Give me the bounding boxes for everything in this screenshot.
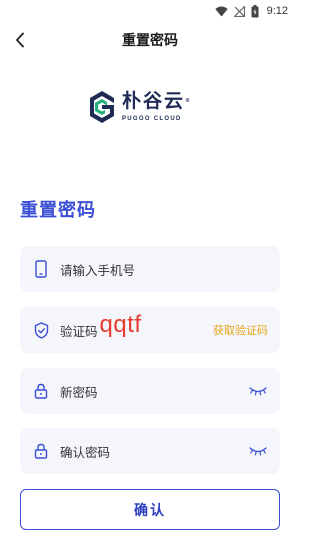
confirm-button[interactable]: 确认	[20, 489, 280, 530]
wifi-icon	[214, 6, 228, 17]
new-password-placeholder: 新密码	[60, 384, 98, 400]
phone-placeholder: 请输入手机号	[60, 262, 136, 278]
registered-mark: ®	[185, 98, 193, 104]
brand-logo: 朴谷云® PUGOO CLOUD	[88, 90, 218, 130]
phone-field[interactable]: 请输入手机号	[20, 246, 280, 292]
lock-icon	[32, 382, 50, 400]
new-password-field[interactable]: 新密码	[20, 368, 280, 414]
chevron-left-icon	[16, 32, 24, 48]
back-button[interactable]	[8, 28, 32, 52]
handwritten-code-annotation: qqtf	[99, 311, 142, 338]
signal-off-icon	[233, 5, 245, 17]
shield-check-icon	[32, 321, 50, 339]
brand-name-en: PUGOO CLOUD	[122, 116, 182, 122]
status-time: 9:12	[266, 5, 288, 17]
nav-bar: 重置密码	[0, 26, 300, 54]
brand-name-cn: 朴谷云®	[122, 90, 193, 112]
eye-closed-icon[interactable]	[248, 385, 268, 397]
verification-code-placeholder: 验证码	[60, 323, 98, 339]
page-title: 重置密码	[122, 33, 178, 49]
battery-icon	[251, 4, 259, 18]
brand-logo-mark-icon	[90, 91, 114, 123]
phone-icon	[32, 260, 50, 278]
confirm-password-placeholder: 确认密码	[60, 444, 111, 460]
lock-icon	[32, 442, 50, 460]
verification-code-field[interactable]: 验证码 qqtf 获取验证码	[20, 307, 280, 353]
get-code-button[interactable]: 获取验证码	[213, 322, 268, 338]
status-bar: 9:12	[0, 0, 300, 22]
eye-closed-icon[interactable]	[248, 445, 268, 457]
form-heading: 重置密码	[20, 200, 96, 221]
confirm-password-field[interactable]: 确认密码	[20, 428, 280, 474]
